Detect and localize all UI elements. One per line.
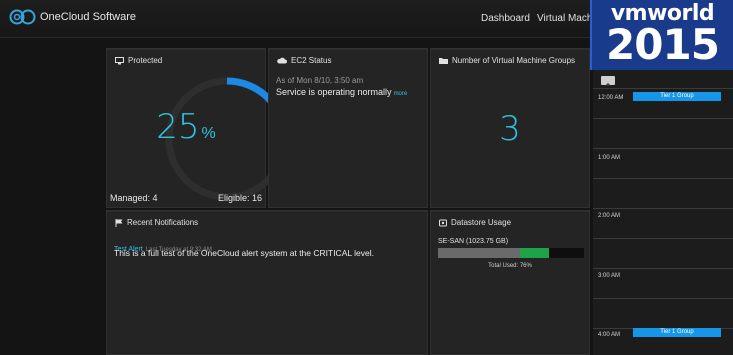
vmworld-year: 2015: [606, 20, 720, 69]
protected-percent-value: 25: [156, 107, 200, 147]
schedule-event[interactable]: Tier 1 Group: [633, 92, 721, 101]
notifications-title: Recent Notifications: [115, 218, 198, 227]
datastore-usage-highlight: [520, 248, 549, 258]
ec2-status-title: EC2 Status: [277, 56, 331, 65]
managed-count: Managed: 4: [110, 193, 158, 203]
ec2-service-status: Service is operating normally more: [276, 87, 407, 97]
slot-label: 4:00 AM: [598, 332, 621, 338]
ec2-status-text: Service is operating normally: [276, 87, 392, 97]
schedule-event[interactable]: Tier 1 Group: [633, 328, 721, 337]
schedule-divider: [593, 268, 733, 269]
vm-groups-count: 3: [499, 109, 521, 149]
monitor-icon: [115, 56, 124, 64]
hard-drive-icon: [439, 219, 447, 226]
schedule-collapse-button[interactable]: [601, 76, 615, 86]
slot-label: 2:00 AM: [598, 213, 621, 219]
slot-label: 12:00 AM: [598, 95, 624, 101]
datastore-title: Datastore Usage: [439, 218, 511, 227]
schedule-divider: [593, 148, 733, 149]
vmworld-2015-watermark: vmworld 2015: [590, 0, 733, 70]
eligible-count: Eligible: 16: [217, 193, 262, 203]
schedule-divider: [593, 298, 733, 299]
ec2-more-link[interactable]: more: [394, 91, 408, 97]
schedule-divider: [593, 208, 733, 209]
flag-icon: [115, 218, 123, 227]
datastore-total-used: Total Used: 76%: [488, 263, 532, 269]
protected-panel: Protected 25% Managed: 4 Eligible: 16: [106, 48, 289, 208]
nav-dashboard[interactable]: Dashboard: [481, 13, 530, 24]
notifications-panel: Recent Notifications Test Alert Last Tues…: [106, 210, 428, 355]
datastore-name: SE-SAN (1023.75 GB): [438, 238, 509, 245]
folder-icon: [439, 58, 448, 64]
brand-name: OneCloud Software: [40, 11, 136, 23]
cloud-icon: [277, 57, 287, 64]
datastore-usage-bar: [438, 248, 584, 258]
nav-virtual-machines[interactable]: Virtual Machi: [537, 13, 595, 24]
ec2-status-panel: EC2 Status As of Mon 8/10, 3:50 am Servi…: [268, 48, 428, 208]
schedule-divider: [593, 118, 733, 119]
ec2-as-of-timestamp: As of Mon 8/10, 3:50 am: [276, 76, 364, 85]
protected-panel-title: Protected: [115, 56, 162, 65]
schedule-divider: [593, 178, 733, 179]
vm-groups-panel: Number of Virtual Machine Groups 3: [430, 48, 590, 208]
onecloud-logo-icon: [9, 9, 36, 25]
schedule-divider: [593, 88, 733, 89]
percent-symbol: %: [201, 125, 216, 142]
datastore-panel: Datastore Usage SE-SAN (1023.75 GB) Tota…: [430, 210, 590, 355]
slot-label: 3:00 AM: [598, 273, 621, 279]
vm-groups-title: Number of Virtual Machine Groups: [439, 56, 575, 65]
notification-message: This is a full test of the OneCloud aler…: [114, 248, 374, 258]
slot-label: 1:00 AM: [598, 155, 621, 161]
schedule-timeline: 12:00 AM Tier 1 Group 1:00 AM 2:00 AM 3:…: [593, 70, 733, 355]
protected-percent: 25%: [107, 107, 265, 147]
schedule-divider: [593, 238, 733, 239]
